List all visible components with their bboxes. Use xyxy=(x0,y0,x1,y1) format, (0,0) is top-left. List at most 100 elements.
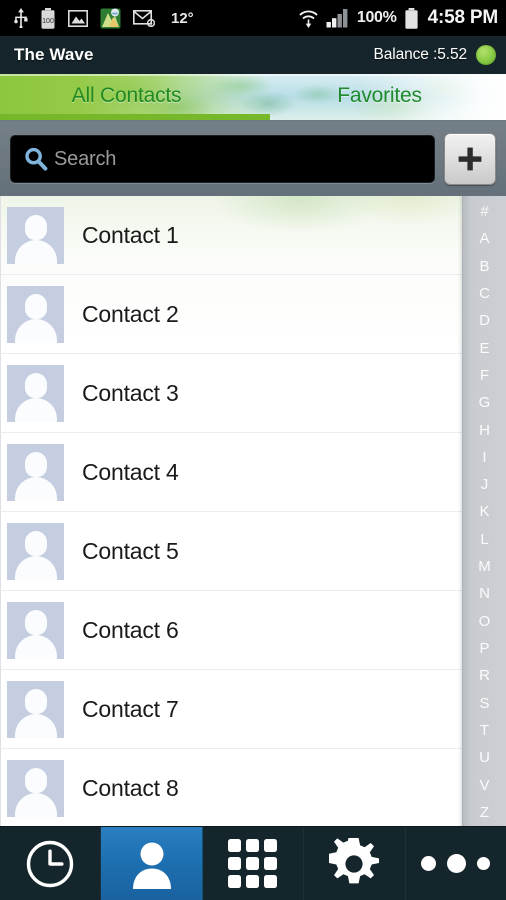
temperature-label: 12° xyxy=(171,9,194,27)
index-letter[interactable]: M xyxy=(463,559,506,574)
bottom-navigation-bar xyxy=(0,826,506,900)
index-letter[interactable]: V xyxy=(463,778,506,793)
search-field-container[interactable] xyxy=(10,135,435,183)
balance-label: Balance :5.52 xyxy=(373,46,468,63)
more-dots-icon xyxy=(421,854,491,873)
index-letter[interactable]: Z xyxy=(463,805,506,820)
avatar xyxy=(7,206,64,264)
index-letter[interactable]: N xyxy=(463,586,506,601)
avatar-head xyxy=(24,530,47,556)
image-icon xyxy=(68,9,88,27)
tab-all-contacts-label: All Contacts xyxy=(71,84,182,107)
avatar-head xyxy=(24,609,47,635)
alphabet-index-scrubber[interactable]: # A B C D E F G H I J K L M N O P R S T … xyxy=(462,196,506,826)
index-letter[interactable]: R xyxy=(463,668,506,683)
avatar-body xyxy=(14,318,57,343)
search-input[interactable] xyxy=(54,147,424,171)
table-row[interactable]: Contact 6 xyxy=(0,591,462,670)
avatar xyxy=(7,601,64,659)
table-row[interactable]: Contact 2 xyxy=(0,275,462,354)
index-letter[interactable]: F xyxy=(463,368,506,383)
index-letter[interactable]: T xyxy=(463,723,506,738)
index-letter[interactable]: # xyxy=(463,204,506,219)
avatar-head xyxy=(24,372,47,398)
dot-1 xyxy=(421,856,437,871)
email-icon: e xyxy=(133,9,155,27)
system-status-bar: 100 e 12° 100% 4:58 PM xyxy=(0,0,506,36)
contact-name: Contact 1 xyxy=(82,221,179,248)
green-status-dot-icon xyxy=(476,45,496,65)
avatar xyxy=(7,285,64,343)
table-row[interactable]: Contact 4 xyxy=(0,433,462,512)
svg-text:e: e xyxy=(149,21,152,27)
index-letter[interactable]: H xyxy=(463,423,506,438)
table-row[interactable]: Contact 7 xyxy=(0,670,462,749)
page-title: The Wave xyxy=(14,45,94,64)
contact-name: Contact 8 xyxy=(82,774,179,801)
avatar xyxy=(7,364,64,422)
contacts-list[interactable]: Contact 1 Contact 2 Contact 3 Contact 4 … xyxy=(0,196,462,826)
nav-item-dialpad[interactable] xyxy=(203,827,305,900)
index-letter[interactable]: D xyxy=(463,313,506,328)
index-letter[interactable]: U xyxy=(463,750,506,765)
contacts-list-container: Contact 1 Contact 2 Contact 3 Contact 4 … xyxy=(0,196,506,826)
avatar-body xyxy=(14,476,57,501)
tab-list: All Contacts Favorites xyxy=(0,74,506,122)
tab-all-contacts[interactable]: All Contacts xyxy=(0,74,253,122)
gear-icon xyxy=(329,837,380,883)
avatar-head xyxy=(24,214,47,240)
index-letter[interactable]: O xyxy=(463,614,506,629)
usb-icon xyxy=(14,8,28,28)
index-letter[interactable]: J xyxy=(463,477,506,492)
index-letter[interactable]: G xyxy=(463,395,506,410)
table-row[interactable]: Contact 3 xyxy=(0,354,462,433)
nav-item-contacts[interactable] xyxy=(101,827,203,900)
search-toolbar xyxy=(0,122,506,196)
index-letter[interactable]: K xyxy=(463,504,506,519)
tab-bar: All Contacts Favorites xyxy=(0,74,506,122)
avatar xyxy=(7,522,64,580)
wifi-icon xyxy=(299,10,318,28)
index-letter[interactable]: I xyxy=(463,450,506,465)
avatar xyxy=(7,680,64,738)
status-bar-clock: 4:58 PM xyxy=(427,7,499,28)
avatar xyxy=(7,443,64,501)
avatar-body xyxy=(14,792,57,817)
index-letter[interactable]: B xyxy=(463,259,506,274)
index-letter[interactable]: A xyxy=(463,231,506,246)
table-row[interactable]: Contact 1 xyxy=(0,196,462,275)
contact-name: Contact 2 xyxy=(82,300,179,327)
dot-2 xyxy=(447,854,467,873)
avatar-body xyxy=(14,555,57,580)
search-icon xyxy=(25,147,48,171)
table-row[interactable]: Contact 8 xyxy=(0,749,462,826)
avatar xyxy=(7,759,64,817)
contact-name: Contact 5 xyxy=(82,537,179,564)
avatar-body xyxy=(14,713,57,738)
dialpad-grid-icon xyxy=(228,838,278,888)
index-letter[interactable]: S xyxy=(463,696,506,711)
nav-item-settings[interactable] xyxy=(304,827,406,900)
status-bar-right-icons: 100% 4:58 PM xyxy=(298,7,498,29)
index-letter[interactable]: L xyxy=(463,532,506,547)
avatar-head xyxy=(24,293,47,319)
nav-item-more[interactable] xyxy=(406,827,506,900)
dot-3 xyxy=(477,857,491,870)
contact-name: Contact 4 xyxy=(82,458,179,485)
clock-icon xyxy=(27,840,74,887)
index-letter[interactable]: C xyxy=(463,286,506,301)
battery-100-icon: 100 xyxy=(41,7,55,29)
battery-full-icon xyxy=(404,7,418,29)
nav-item-recents[interactable] xyxy=(0,827,102,900)
avatar-body xyxy=(14,397,57,422)
index-letter[interactable]: P xyxy=(463,641,506,656)
tab-favorites[interactable]: Favorites xyxy=(253,74,506,122)
index-letter[interactable]: E xyxy=(463,341,506,356)
add-contact-button[interactable] xyxy=(444,133,496,185)
contact-name: Contact 3 xyxy=(82,379,179,406)
tab-favorites-label: Favorites xyxy=(337,84,422,107)
plus-icon xyxy=(458,147,482,171)
app-title-bar: The Wave Balance :5.52 xyxy=(0,36,506,74)
status-bar-left-icons: 100 e 12° xyxy=(14,7,194,29)
table-row[interactable]: Contact 5 xyxy=(0,512,462,591)
